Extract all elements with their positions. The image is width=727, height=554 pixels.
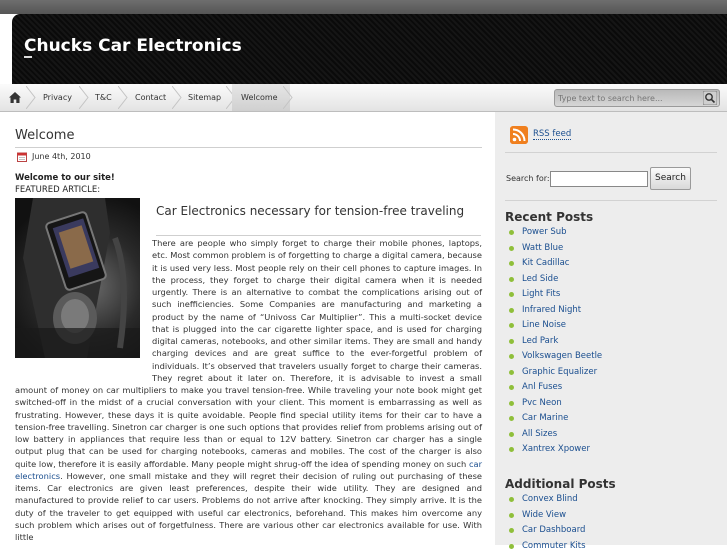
post-link[interactable]: Line Noise (522, 320, 566, 330)
post-link[interactable]: Pvc Neon (522, 398, 562, 408)
nav-item-contact[interactable]: Contact (135, 84, 166, 111)
list-item[interactable]: Xantrex Xpower (509, 442, 602, 458)
home-icon[interactable] (9, 92, 21, 103)
bullet-icon (509, 416, 514, 421)
search-icon[interactable] (703, 91, 717, 105)
post-link[interactable]: Watt Blue (522, 243, 563, 253)
bullet-icon (509, 401, 514, 406)
list-item[interactable]: Pvc Neon (509, 396, 602, 412)
post-link[interactable]: All Sizes (522, 429, 557, 439)
article-title: Car Electronics necessary for tension-fr… (156, 205, 481, 218)
bullet-icon (509, 544, 514, 549)
bullet-icon (509, 323, 514, 328)
search-label: Search for: (506, 174, 550, 183)
list-item[interactable]: Car Dashboard (509, 523, 586, 539)
bullet-icon (509, 370, 514, 375)
image-spacer (15, 237, 152, 380)
top-strip (0, 0, 727, 14)
page-title: Welcome (15, 128, 74, 143)
bullet-icon (509, 230, 514, 235)
post-link[interactable]: Led Park (522, 336, 558, 346)
post-link[interactable]: Power Sub (522, 227, 567, 237)
bullet-icon (509, 261, 514, 266)
post-link[interactable]: Kit Cadillac (522, 258, 569, 268)
recent-posts-list: Power Sub Watt Blue Kit Cadillac Led Sid… (509, 225, 602, 458)
post-link[interactable]: Light Fits (522, 289, 560, 299)
list-item[interactable]: Car Marine (509, 411, 602, 427)
list-item[interactable]: Led Park (509, 334, 602, 350)
nav-separator (26, 86, 36, 109)
list-item[interactable]: Anl Fuses (509, 380, 602, 396)
post-link[interactable]: Volkswagen Beetle (522, 351, 602, 361)
header-search-box (554, 89, 720, 107)
list-item[interactable]: Watt Blue (509, 241, 602, 257)
bullet-icon (509, 497, 514, 502)
rss-feed-link[interactable]: RSS feed (533, 129, 571, 140)
list-item[interactable]: All Sizes (509, 427, 602, 443)
article-title-divider (156, 235, 481, 236)
post-link[interactable]: Anl Fuses (522, 382, 562, 392)
recent-posts-heading: Recent Posts (505, 210, 593, 224)
header-search-input[interactable] (558, 91, 698, 105)
bullet-icon (509, 246, 514, 251)
bullet-icon (509, 385, 514, 390)
post-date: June 4th, 2010 (32, 152, 91, 161)
article-body: There are people who simply forget to ch… (15, 237, 482, 543)
post-link[interactable]: Commuter Kits (522, 541, 586, 551)
post-link[interactable]: Infrared Night (522, 305, 581, 315)
list-item[interactable]: Light Fits (509, 287, 602, 303)
sidebar-search-input[interactable] (550, 171, 648, 187)
search-button[interactable]: Search (650, 167, 691, 190)
post-link[interactable]: Car Marine (522, 413, 568, 423)
list-item[interactable]: Infrared Night (509, 303, 602, 319)
bullet-icon (509, 354, 514, 359)
list-item[interactable]: Graphic Equalizer (509, 365, 602, 381)
nav-separator (172, 86, 182, 109)
bullet-icon (509, 277, 514, 282)
list-item[interactable]: Volkswagen Beetle (509, 349, 602, 365)
list-item[interactable]: Convex Blind (509, 492, 586, 508)
nav-item-terms[interactable]: T&C (95, 84, 112, 111)
bullet-icon (509, 447, 514, 452)
nav-separator (118, 86, 128, 109)
post-link[interactable]: Xantrex Xpower (522, 444, 590, 454)
title-underline (24, 56, 32, 58)
nav-separator (283, 86, 293, 109)
nav-separator (79, 86, 89, 109)
sidebar-divider (505, 152, 717, 153)
additional-posts-heading: Additional Posts (505, 477, 616, 491)
list-item[interactable]: Commuter Kits (509, 539, 586, 554)
nav-item-welcome[interactable]: Welcome (232, 84, 290, 111)
bullet-icon (509, 528, 514, 533)
list-item[interactable]: Line Noise (509, 318, 602, 334)
sidebar-divider (505, 200, 717, 201)
list-item[interactable]: Led Side (509, 272, 602, 288)
bullet-icon (509, 292, 514, 297)
article-text-continued: . However, one small mistake and they wi… (15, 471, 482, 542)
post-link[interactable]: Graphic Equalizer (522, 367, 597, 377)
list-item[interactable]: Power Sub (509, 225, 602, 241)
calendar-icon (17, 152, 27, 162)
post-link[interactable]: Convex Blind (522, 494, 578, 504)
rss-icon[interactable] (510, 126, 528, 144)
nav-item-privacy[interactable]: Privacy (43, 84, 72, 111)
bullet-icon (509, 339, 514, 344)
site-header: Chucks Car Electronics (12, 14, 727, 84)
welcome-heading: Welcome to our site! (15, 173, 115, 183)
list-item[interactable]: Wide View (509, 508, 586, 524)
post-link[interactable]: Car Dashboard (522, 525, 585, 535)
bullet-icon (509, 432, 514, 437)
list-item[interactable]: Kit Cadillac (509, 256, 602, 272)
bullet-icon (509, 308, 514, 313)
bullet-icon (509, 513, 514, 518)
site-title[interactable]: Chucks Car Electronics (24, 36, 242, 56)
title-divider (15, 147, 482, 148)
nav-item-sitemap[interactable]: Sitemap (188, 84, 221, 111)
featured-label: FEATURED ARTICLE: (15, 185, 100, 195)
post-link[interactable]: Led Side (522, 274, 558, 284)
post-link[interactable]: Wide View (522, 510, 566, 520)
sidebar: RSS feed Search for: Search Recent Posts… (495, 112, 727, 545)
